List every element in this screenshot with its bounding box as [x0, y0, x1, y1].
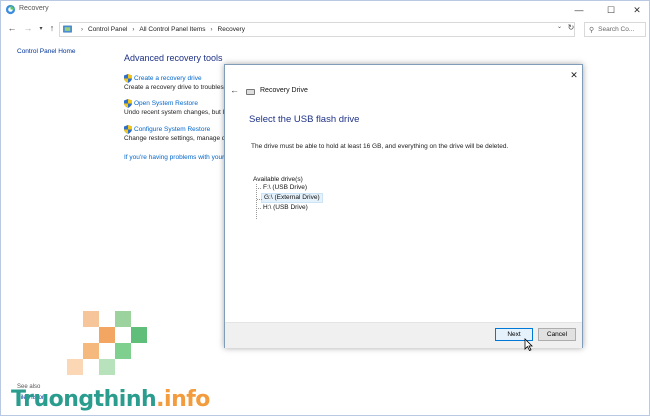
- arrow-left-icon: ←: [230, 85, 239, 95]
- address-dropdown-icon[interactable]: ⌄: [557, 23, 562, 30]
- create-recovery-drive-link[interactable]: Create a recovery drive: [124, 74, 228, 83]
- arrow-right-icon: →: [23, 23, 33, 33]
- configure-system-restore-link[interactable]: Configure System Restore: [124, 125, 228, 134]
- uac-shield-icon: [124, 99, 132, 108]
- dialog-back-button[interactable]: ←: [230, 85, 239, 95]
- mouse-cursor-icon: [524, 338, 533, 351]
- control-panel-home-link[interactable]: Control Panel Home: [17, 48, 76, 55]
- title-bar: Recovery — ☐ ✕: [1, 1, 649, 19]
- tool-description: Create a recovery drive to troubleshoot …: [124, 84, 228, 91]
- main-heading: Advanced recovery tools: [124, 53, 223, 63]
- forward-button[interactable]: →: [22, 22, 34, 34]
- refresh-button[interactable]: ↻: [565, 21, 577, 34]
- control-panel-icon: [63, 25, 72, 33]
- tool-label: Configure System Restore: [134, 126, 211, 133]
- close-button[interactable]: ✕: [623, 2, 650, 18]
- drives-tree-root[interactable]: Available drive(s): [253, 176, 323, 183]
- search-box[interactable]: ⚲ Search Co...: [584, 22, 646, 37]
- chevron-down-icon: ▾: [39, 25, 43, 32]
- recovery-app-icon: [5, 4, 16, 15]
- drive-icon: [246, 89, 255, 95]
- maximize-icon: ☐: [606, 4, 616, 15]
- tool-create-recovery-drive: Create a recovery drive Create a recover…: [124, 74, 228, 91]
- reset-pc-help-link[interactable]: If you're having problems with your PC, …: [124, 154, 228, 161]
- control-panel-window: Recovery — ☐ ✕ ← → ▾ ↑ › Control Panel ›…: [0, 0, 650, 416]
- tool-label: Create a recovery drive: [134, 75, 202, 82]
- drive-item-g[interactable]: G:\ (External Drive): [257, 193, 323, 203]
- close-icon: ✕: [633, 4, 641, 15]
- close-icon: ✕: [570, 69, 578, 80]
- search-icon: ⚲: [589, 26, 595, 34]
- window-title: Recovery: [19, 5, 49, 12]
- arrow-left-icon: ←: [7, 23, 17, 33]
- refresh-icon: ↻: [567, 23, 575, 32]
- tool-open-system-restore: Open System Restore Undo recent system c…: [124, 99, 228, 116]
- breadcrumb-separator-icon: ›: [210, 26, 213, 33]
- uac-shield-icon: [124, 125, 132, 134]
- breadcrumb-item-control-panel[interactable]: Control Panel: [88, 26, 127, 33]
- drive-tree: Available drive(s) F:\ (USB Drive) G:\ (…: [253, 176, 323, 219]
- tool-configure-system-restore: Configure System Restore Change restore …: [124, 125, 228, 142]
- arrow-up-icon: ↑: [49, 23, 55, 33]
- dialog-close-button[interactable]: ✕: [568, 69, 580, 81]
- search-placeholder: Search Co...: [598, 26, 635, 33]
- cancel-button[interactable]: Cancel: [538, 328, 576, 341]
- watermark-text-domain: .info: [156, 387, 210, 412]
- watermark-text: Truongthinh.info: [11, 387, 210, 412]
- minimize-icon: —: [574, 5, 584, 15]
- tool-label: Open System Restore: [134, 100, 198, 107]
- drive-item-f[interactable]: F:\ (USB Drive): [255, 183, 309, 193]
- address-bar[interactable]: › Control Panel › All Control Panel Item…: [59, 22, 575, 37]
- breadcrumb-separator-icon: ›: [81, 26, 83, 33]
- uac-shield-icon: [124, 74, 132, 83]
- breadcrumb-item-recovery[interactable]: Recovery: [218, 26, 245, 33]
- watermark-text-main: Truongthinh: [11, 387, 157, 412]
- dialog-info-text: The drive must be able to hold at least …: [251, 143, 509, 150]
- watermark-logo-icon: [67, 311, 147, 375]
- dialog-heading: Select the USB flash drive: [249, 114, 360, 125]
- maximize-button[interactable]: ☐: [597, 2, 625, 18]
- breadcrumb-item-all-items[interactable]: All Control Panel Items: [139, 26, 205, 33]
- up-button[interactable]: ↑: [46, 22, 58, 34]
- dialog-title: Recovery Drive: [260, 87, 308, 94]
- navigation-bar: ← → ▾ ↑ › Control Panel › All Control Pa…: [1, 20, 649, 38]
- back-button[interactable]: ←: [6, 22, 18, 34]
- breadcrumb-separator-icon: ›: [132, 26, 135, 33]
- minimize-button[interactable]: —: [565, 2, 593, 18]
- tool-description: Undo recent system changes, but leave fi…: [124, 109, 228, 116]
- recovery-drive-dialog: ✕ ← Recovery Drive Select the USB flash …: [224, 64, 583, 348]
- drive-item-h[interactable]: H:\ (USB Drive): [256, 203, 310, 213]
- tool-description: Change restore settings, manage disk spa…: [124, 135, 228, 142]
- open-system-restore-link[interactable]: Open System Restore: [124, 99, 228, 108]
- tree-connector: [256, 184, 257, 219]
